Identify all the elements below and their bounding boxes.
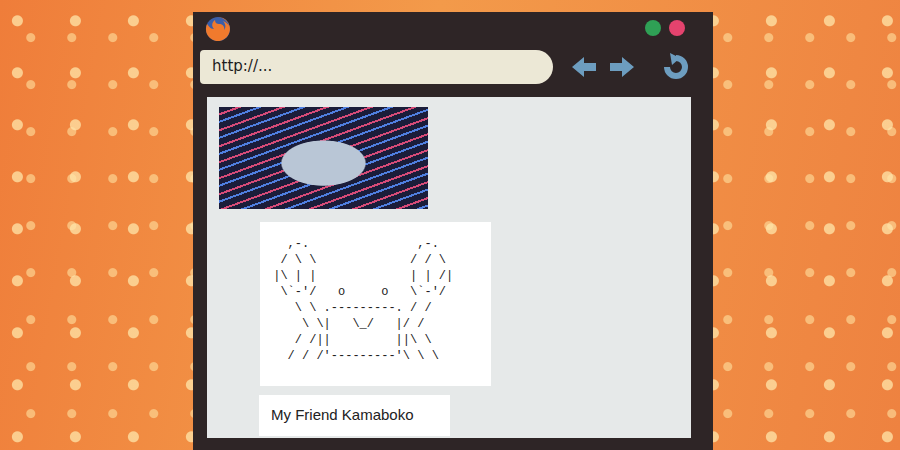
ascii-art-line: \ \| \_/ |/ /: [266, 316, 485, 332]
robot-photo: [219, 107, 428, 209]
forward-arrow-icon[interactable]: [607, 52, 637, 82]
address-bar[interactable]: http://...: [200, 50, 553, 84]
ascii-art-line: ,-. ,-.: [266, 236, 485, 252]
caption-label: My Friend Kamaboko: [259, 395, 450, 436]
ascii-art-line: |\ | | | | /|: [266, 268, 485, 284]
browser-logo-icon: [205, 16, 231, 42]
minimize-button[interactable]: [645, 20, 661, 36]
ascii-art-line: / / /'---------'\ \ \: [266, 348, 485, 364]
ascii-art-line: \`-'/ o o \`-'/: [266, 284, 485, 300]
ascii-art-line: / \ \ / / \: [266, 252, 485, 268]
ascii-art-line: / /|| ||\ \: [266, 332, 485, 348]
reload-icon[interactable]: [661, 52, 691, 82]
title-bar: [200, 12, 691, 50]
back-arrow-icon[interactable]: [569, 52, 599, 82]
ascii-art-line: \ \ .---------. / /: [266, 300, 485, 316]
ascii-art-card: ,-. ,-. / \ \ / / \ |\ | | | | /| \`-'/ …: [260, 222, 491, 386]
close-button[interactable]: [669, 20, 685, 36]
browser-window: http://... ,-. ,-. / \ \ / / \ |\ |: [193, 12, 713, 450]
page-content: ,-. ,-. / \ \ / / \ |\ | | | | /| \`-'/ …: [207, 97, 691, 438]
